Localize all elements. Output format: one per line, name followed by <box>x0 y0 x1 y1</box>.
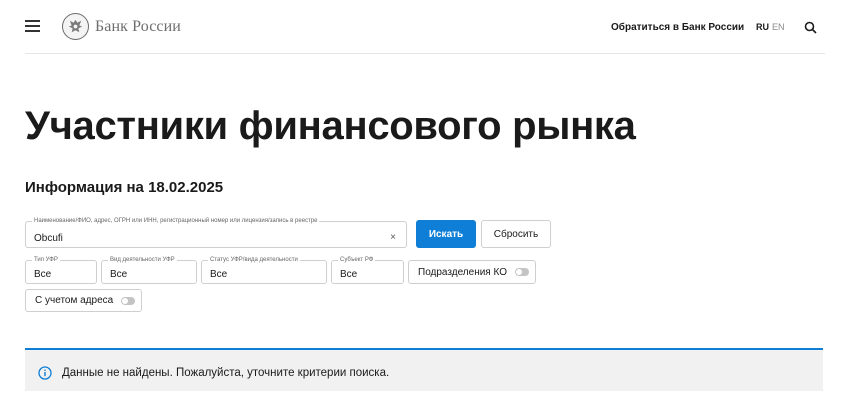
search-input-value[interactable]: Obcufi <box>34 233 63 244</box>
language-switcher: RU EN <box>756 22 785 32</box>
search-icon[interactable] <box>804 21 817 34</box>
address-toggle[interactable]: С учетом адреса <box>25 289 142 312</box>
reset-button[interactable]: Сбросить <box>481 220 551 248</box>
site-header: Банк России Обратиться в Банк России RU E… <box>25 0 825 54</box>
filter-label: Тип УФР <box>32 257 60 263</box>
filter-value: Все <box>210 269 228 280</box>
filter-label: Субъект РФ <box>338 257 376 263</box>
branches-toggle-label: Подразделения КО <box>418 266 507 278</box>
toggle-switch-icon[interactable] <box>121 296 136 305</box>
no-results-alert: Данные не найдены. Пожалуйста, уточните … <box>25 348 823 391</box>
search-input[interactable]: Наименование/ФИО, адрес, ОГРН или ИНН, р… <box>25 218 407 248</box>
filter-label: Вид деятельности УФР <box>108 257 177 263</box>
info-date-heading: Информация на 18.02.2025 <box>25 179 224 196</box>
toggle-switch-icon[interactable] <box>515 268 529 276</box>
info-icon <box>38 366 52 380</box>
filter-label: Статус УФР/вида деятельности <box>208 257 300 263</box>
brand-name[interactable]: Банк России <box>95 18 181 36</box>
filter-region[interactable]: Субъект РФ Все <box>331 257 404 284</box>
eagle-emblem-icon[interactable] <box>62 13 89 40</box>
page-title: Участники финансового рынка <box>25 104 636 148</box>
filter-activity-type[interactable]: Вид деятельности УФР Все <box>101 257 197 284</box>
hamburger-menu-icon[interactable] <box>25 20 40 32</box>
filter-value: Все <box>340 269 358 280</box>
contact-bank-link[interactable]: Обратиться в Банк России <box>611 22 744 33</box>
filter-status[interactable]: Статус УФР/вида деятельности Все <box>201 257 327 284</box>
address-toggle-label: С учетом адреса <box>35 295 114 306</box>
search-input-label: Наименование/ФИО, адрес, ОГРН или ИНН, р… <box>32 218 320 224</box>
filter-value: Все <box>110 269 128 280</box>
filter-ufr-type[interactable]: Тип УФР Все <box>25 257 97 284</box>
branches-toggle[interactable]: Подразделения КО <box>408 260 536 284</box>
clear-icon[interactable]: × <box>390 232 396 243</box>
alert-message: Данные не найдены. Пожалуйста, уточните … <box>62 367 390 379</box>
search-button[interactable]: Искать <box>416 220 476 248</box>
filter-value: Все <box>34 269 52 280</box>
lang-ru[interactable]: RU <box>756 22 769 32</box>
lang-en[interactable]: EN <box>772 22 785 32</box>
